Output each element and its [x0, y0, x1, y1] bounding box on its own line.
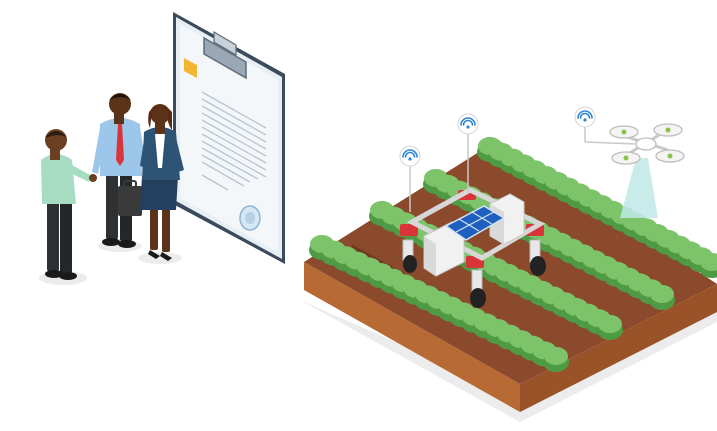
- farm-field: [300, 137, 717, 422]
- contract-document: [173, 12, 285, 264]
- drone-scan-beam: [620, 158, 658, 218]
- person-red-tie: [92, 93, 146, 248]
- drone-body: [635, 137, 657, 151]
- smart-agriculture-illustration: [39, 12, 717, 422]
- business-people: [39, 93, 184, 285]
- wifi-icon: [574, 106, 596, 128]
- briefcase-icon: [118, 180, 142, 216]
- seal-icon: [239, 205, 261, 231]
- person-green-shirt: [41, 129, 97, 280]
